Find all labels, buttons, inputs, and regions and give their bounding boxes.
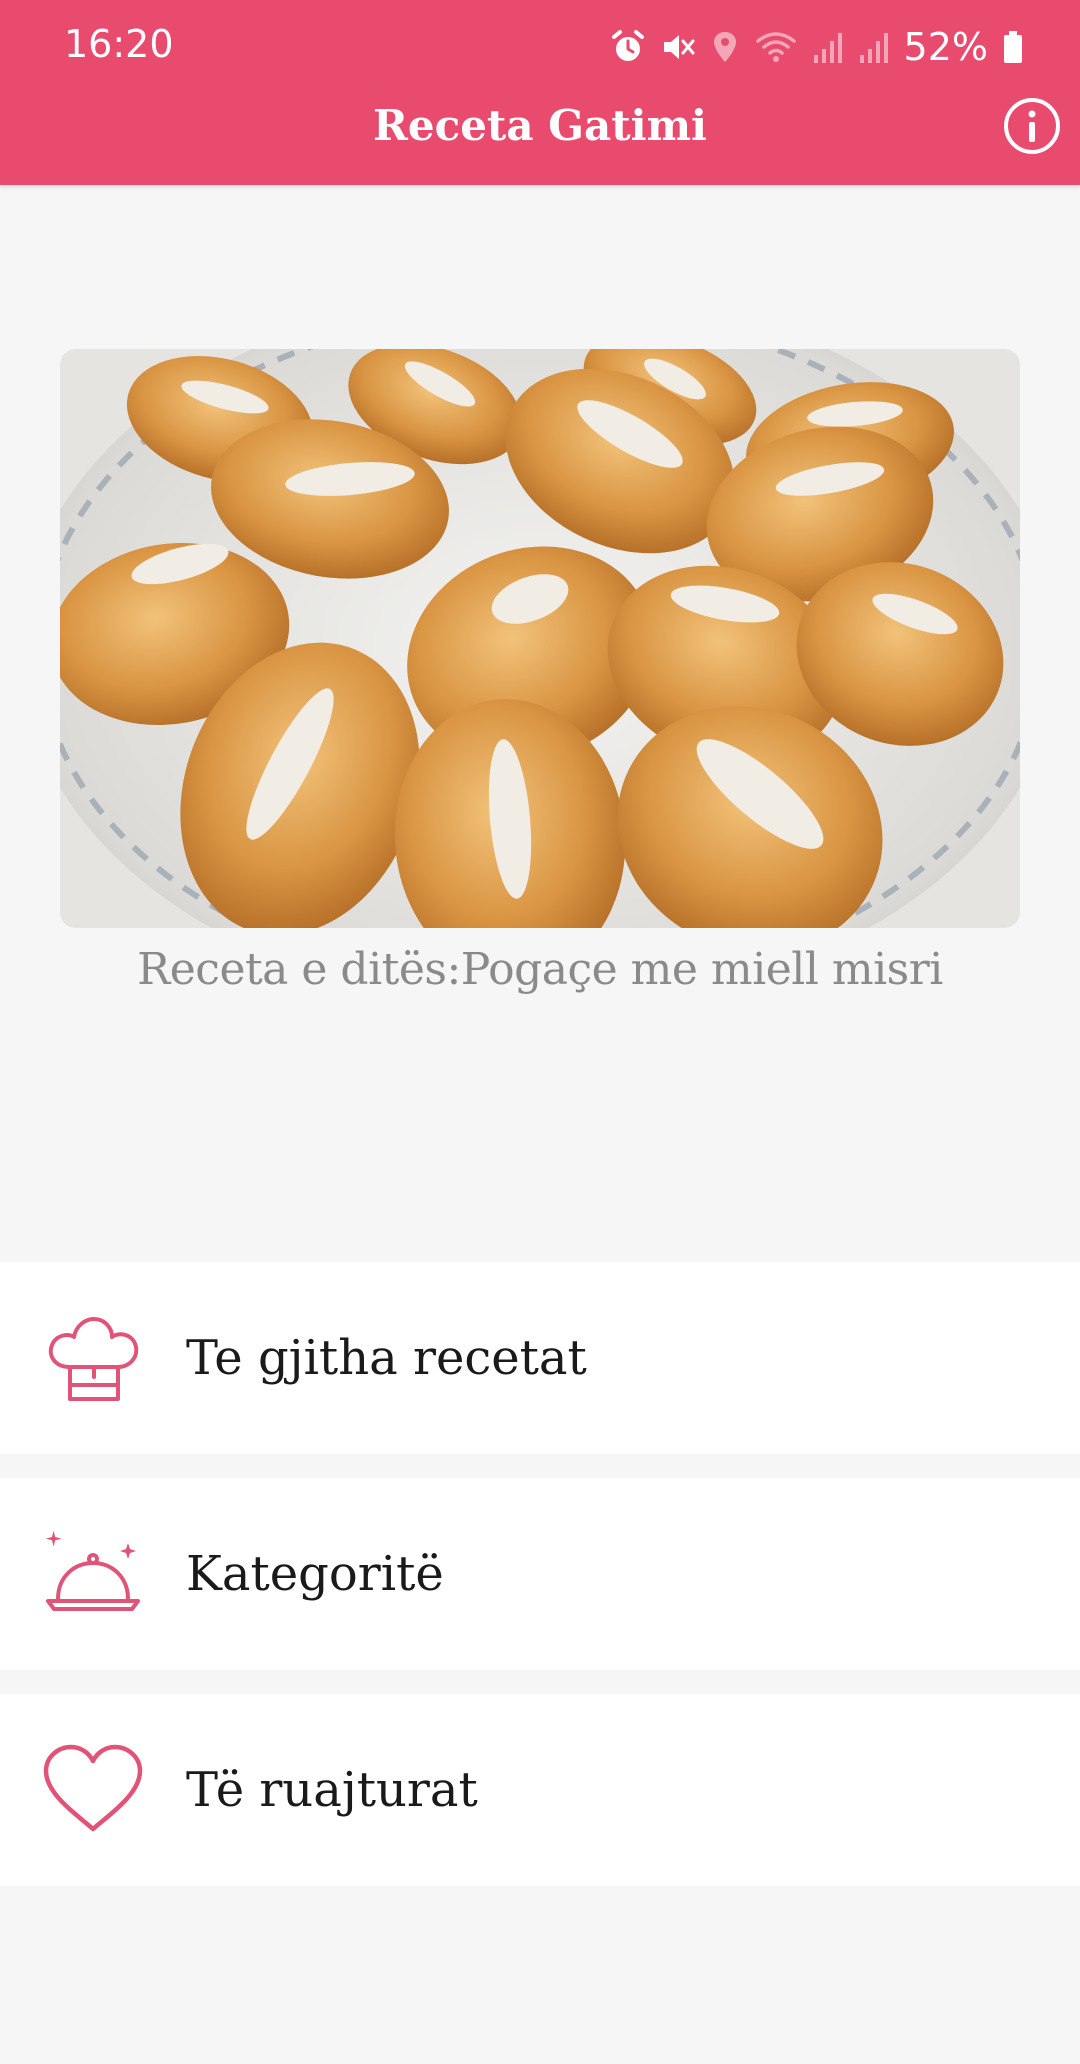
menu-item-label: Të ruajturat	[186, 1762, 478, 1818]
menu-item-label: Te gjitha recetat	[186, 1330, 587, 1386]
serving-dish-icon	[40, 1521, 146, 1627]
recipe-of-day-image[interactable]	[60, 349, 1020, 928]
info-icon	[1004, 98, 1060, 154]
alarm-icon	[610, 29, 646, 65]
location-icon	[710, 29, 740, 65]
signal-icon	[858, 29, 890, 65]
wifi-icon	[754, 29, 798, 65]
signal-icon	[812, 29, 844, 65]
info-button[interactable]	[1002, 96, 1062, 156]
menu-item-all-recipes[interactable]: Te gjitha recetat	[0, 1262, 1080, 1454]
status-time: 16:20	[64, 22, 174, 66]
battery-icon	[1002, 29, 1024, 65]
menu-item-saved[interactable]: Të ruajturat	[0, 1694, 1080, 1886]
recipe-of-day-caption[interactable]: Receta e ditës:Pogaçe me miell misri	[0, 944, 1080, 995]
heart-icon	[40, 1737, 146, 1843]
app-bar: 16:20 52% Receta Gatimi	[0, 0, 1080, 185]
app-title: Receta Gatimi	[373, 101, 707, 150]
menu-item-label: Kategoritë	[186, 1546, 444, 1602]
menu-item-categories[interactable]: Kategoritë	[0, 1478, 1080, 1670]
mute-icon	[660, 29, 696, 65]
battery-percent: 52%	[903, 25, 988, 69]
status-icons: 52%	[610, 24, 1024, 70]
chef-hat-icon	[40, 1305, 146, 1411]
